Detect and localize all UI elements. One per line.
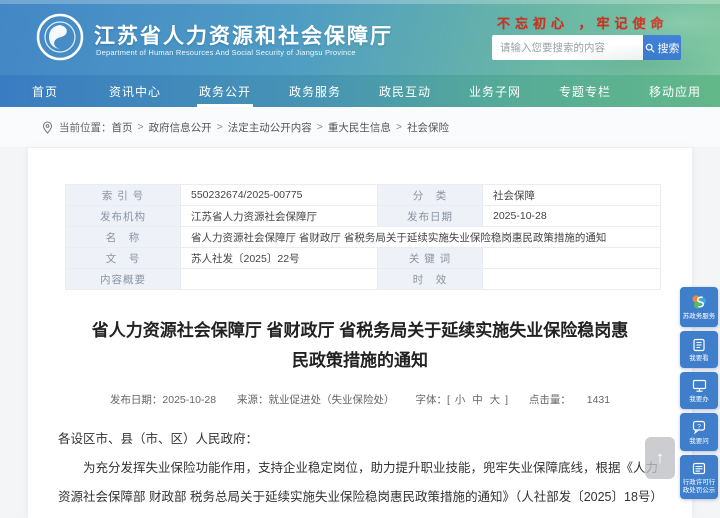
table-row: 发布机构 江苏省人力资源社会保障厅 发布日期 2025-10-28 bbox=[66, 206, 661, 227]
up-arrow-icon: ↑ bbox=[656, 448, 665, 468]
doc-number-label: 文 号 bbox=[66, 248, 181, 269]
publish-date-value: 2025-10-28 bbox=[483, 206, 661, 227]
question-bubble-icon: ? bbox=[692, 419, 706, 436]
search-button-label: 搜索 bbox=[658, 40, 680, 56]
floating-toolbar: 苏政务服务 我要看 我要办 bbox=[680, 287, 718, 499]
search-icon bbox=[645, 43, 655, 53]
site-subtitle: Department of Human Resources And Social… bbox=[96, 48, 356, 57]
table-row: 名 称 省人力资源社会保障厅 省财政厅 省税务局关于延续实施失业保险稳岗惠民政策… bbox=[66, 227, 661, 248]
book-icon bbox=[692, 336, 706, 353]
publish-date-meta-label: 发布日期： bbox=[110, 394, 163, 406]
float-button-label: 我要办 bbox=[689, 396, 709, 404]
breadcrumb-link-info-disclosure[interactable]: 政府信息公开 bbox=[149, 120, 212, 135]
keywords-value bbox=[483, 248, 661, 269]
search-bar: 搜索 bbox=[492, 35, 681, 60]
font-size-label-close: ] bbox=[505, 394, 508, 406]
validity-label: 时 效 bbox=[378, 269, 483, 290]
i-want-read-button[interactable]: 我要看 bbox=[680, 331, 718, 368]
article-paragraph: 为充分发挥失业保险功能作用，支持企业稳定岗位，助力提升职业技能，兜牢失业保障底线… bbox=[58, 454, 662, 518]
table-row: 文 号 苏人社发〔2025〕22号 关 键 词 bbox=[66, 248, 661, 269]
content-card: 索 引 号 550232674/2025-00775 分 类 社会保障 发布机构… bbox=[28, 148, 692, 518]
article-body: 各设区市、县（市、区）人民政府： 为充分发挥失业保险功能作用，支持企业稳定岗位，… bbox=[58, 425, 662, 518]
category-value: 社会保障 bbox=[483, 185, 661, 206]
breadcrumb-separator: > bbox=[317, 121, 323, 133]
index-number-value: 550232674/2025-00775 bbox=[181, 185, 378, 206]
nav-item-interaction[interactable]: 政民互动 bbox=[360, 75, 450, 107]
font-size-large-button[interactable]: 大 bbox=[490, 394, 501, 406]
department-logo-icon bbox=[36, 13, 84, 61]
slogan-text: 不忘初心 ，牢记使命 bbox=[497, 13, 687, 32]
summary-label: 内容概要 bbox=[66, 269, 181, 290]
monitor-icon bbox=[692, 377, 707, 394]
table-row: 内容概要 时 效 bbox=[66, 269, 661, 290]
svg-text:?: ? bbox=[697, 423, 701, 430]
article-meta: 发布日期：2025-10-28 来源：就业促进处（失业保险处） 字体：[ 小 中… bbox=[28, 392, 692, 407]
i-want-do-button[interactable]: 我要办 bbox=[680, 372, 718, 409]
search-button[interactable]: 搜索 bbox=[643, 35, 681, 60]
font-size-small-button[interactable]: 小 bbox=[455, 394, 466, 406]
su-gov-service-button[interactable]: 苏政务服务 bbox=[680, 287, 718, 327]
search-input[interactable] bbox=[492, 35, 643, 60]
main-nav: 首页 资讯中心 政务公开 政务服务 政民互动 业务子网 专题专栏 移动应用 bbox=[0, 75, 720, 107]
keywords-label: 关 键 词 bbox=[378, 248, 483, 269]
source-value: 就业促进处（失业保险处） bbox=[269, 394, 395, 406]
article-salutation: 各设区市、县（市、区）人民政府： bbox=[58, 425, 662, 454]
breadcrumb-separator: > bbox=[396, 121, 402, 133]
page: 江苏省人力资源和社会保障厅 Department of Human Resour… bbox=[0, 0, 720, 518]
nav-item-business-subnet[interactable]: 业务子网 bbox=[450, 75, 540, 107]
location-pin-icon bbox=[42, 121, 53, 134]
nav-item-special-columns[interactable]: 专题专栏 bbox=[540, 75, 630, 107]
site-title: 江苏省人力资源和社会保障厅 bbox=[94, 20, 393, 50]
table-row: 索 引 号 550232674/2025-00775 分 类 社会保障 bbox=[66, 185, 661, 206]
breadcrumb: 当前位置： 首页 > 政府信息公开 > 法定主动公开内容 > 重大民生信息 > … bbox=[0, 107, 720, 147]
gov-service-s-logo-icon bbox=[690, 294, 708, 311]
nav-item-gov-services[interactable]: 政务服务 bbox=[270, 75, 360, 107]
agency-label: 发布机构 bbox=[66, 206, 181, 227]
agency-value: 江苏省人力资源社会保障厅 bbox=[181, 206, 378, 227]
nav-item-gov-disclosure[interactable]: 政务公开 bbox=[180, 75, 270, 107]
article-title: 省人力资源社会保障厅 省财政厅 省税务局关于延续实施失业保险稳岗惠民政策措施的通… bbox=[88, 316, 632, 376]
nav-item-news-center[interactable]: 资讯中心 bbox=[90, 75, 180, 107]
category-label: 分 类 bbox=[378, 185, 483, 206]
document-info-table: 索 引 号 550232674/2025-00775 分 类 社会保障 发布机构… bbox=[65, 184, 661, 290]
admin-permit-publicity-button[interactable]: 行政许可行政处罚公示 bbox=[680, 455, 718, 499]
doc-number-value: 苏人社发〔2025〕22号 bbox=[181, 248, 378, 269]
breadcrumb-separator: > bbox=[138, 121, 144, 133]
breadcrumb-prefix: 当前位置： bbox=[59, 120, 112, 135]
nav-item-mobile-apps[interactable]: 移动应用 bbox=[630, 75, 720, 107]
float-button-label: 行政许可行政处罚公示 bbox=[681, 479, 717, 495]
publish-date-meta-value: 2025-10-28 bbox=[162, 394, 216, 406]
validity-value bbox=[483, 269, 661, 290]
source-label: 来源： bbox=[237, 394, 269, 406]
i-want-ask-button[interactable]: ? 我要问 bbox=[680, 413, 718, 451]
font-size-medium-button[interactable]: 中 bbox=[472, 394, 483, 406]
float-button-label: 我要问 bbox=[689, 438, 709, 446]
nav-item-home[interactable]: 首页 bbox=[0, 75, 90, 107]
breadcrumb-separator: > bbox=[217, 121, 223, 133]
header-banner: 江苏省人力资源和社会保障厅 Department of Human Resour… bbox=[0, 0, 720, 75]
publish-date-label: 发布日期 bbox=[378, 206, 483, 227]
summary-value bbox=[181, 269, 378, 290]
breadcrumb-link-livelihood-info[interactable]: 重大民生信息 bbox=[328, 120, 391, 135]
float-button-label: 苏政务服务 bbox=[683, 313, 716, 321]
back-to-top-button[interactable]: ↑ bbox=[645, 437, 675, 479]
float-button-label: 我要看 bbox=[689, 355, 709, 363]
name-value: 省人力资源社会保障厅 省财政厅 省税务局关于延续实施失业保险稳岗惠民政策措施的通… bbox=[181, 227, 661, 248]
name-label: 名 称 bbox=[66, 227, 181, 248]
hits-label: 点击量： bbox=[529, 394, 571, 406]
font-size-label: 字体：[ bbox=[415, 394, 449, 406]
breadcrumb-link-home[interactable]: 首页 bbox=[112, 120, 133, 135]
index-number-label: 索 引 号 bbox=[66, 185, 181, 206]
list-icon bbox=[692, 460, 706, 477]
hits-value: 1431 bbox=[587, 394, 610, 406]
breadcrumb-link-statutory-content[interactable]: 法定主动公开内容 bbox=[228, 120, 312, 135]
breadcrumb-current-social-insurance[interactable]: 社会保险 bbox=[407, 120, 449, 135]
